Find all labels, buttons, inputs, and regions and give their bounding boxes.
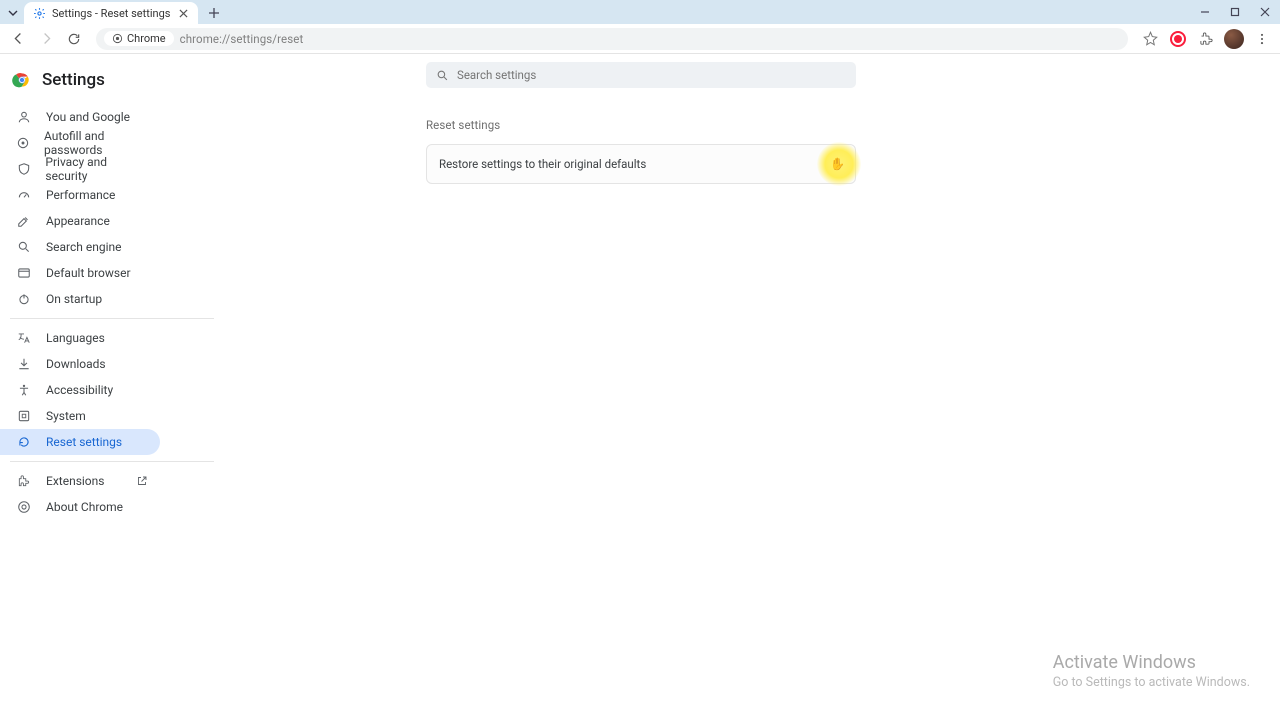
reset-settings-section: Reset settings Restore settings to their… xyxy=(426,118,856,184)
nav-group-primary: You and Google Autofill and passwords Pr… xyxy=(0,104,230,312)
sidebar-item-label: Default browser xyxy=(46,266,131,280)
bookmark-star-icon[interactable] xyxy=(1138,27,1162,51)
palette-icon xyxy=(16,213,32,229)
browser-toolbar: Chrome chrome://settings/reset xyxy=(0,24,1280,54)
browser-window-icon xyxy=(16,265,32,281)
sidebar-item-accessibility[interactable]: Accessibility xyxy=(0,377,160,403)
sidebar-item-languages[interactable]: Languages xyxy=(0,325,160,351)
chrome-logo-icon xyxy=(12,70,32,90)
sidebar-item-performance[interactable]: Performance xyxy=(0,182,160,208)
sidebar-item-appearance[interactable]: Appearance xyxy=(0,208,160,234)
sidebar-item-label: Autofill and passwords xyxy=(44,129,148,157)
chevron-right-icon xyxy=(825,155,843,173)
omnibox-chip-label: Chrome xyxy=(127,32,166,45)
nav-separator xyxy=(10,461,214,462)
sidebar-item-label: Appearance xyxy=(46,214,110,228)
nav-forward-button[interactable] xyxy=(34,27,58,51)
puzzle-icon xyxy=(16,473,32,489)
sidebar-item-label: System xyxy=(46,409,86,423)
translate-icon xyxy=(16,330,32,346)
window-minimize-button[interactable] xyxy=(1190,0,1220,24)
download-icon xyxy=(16,356,32,372)
section-title: Reset settings xyxy=(426,118,856,132)
sidebar-item-label: Search engine xyxy=(46,240,121,254)
window-controls xyxy=(1190,0,1280,24)
new-tab-button[interactable] xyxy=(204,3,224,23)
restore-defaults-label: Restore settings to their original defau… xyxy=(439,157,646,171)
nav-back-button[interactable] xyxy=(6,27,30,51)
sidebar-item-on-startup[interactable]: On startup xyxy=(0,286,160,312)
speedometer-icon xyxy=(16,187,32,203)
sidebar-item-label: Languages xyxy=(46,331,105,345)
sidebar-item-default-browser[interactable]: Default browser xyxy=(0,260,160,286)
sidebar-item-you-and-google[interactable]: You and Google xyxy=(0,104,160,130)
power-icon xyxy=(16,291,32,307)
sidebar-item-label: You and Google xyxy=(46,110,130,124)
search-icon xyxy=(436,69,449,82)
opera-extension-icon[interactable] xyxy=(1166,27,1190,51)
window-maximize-button[interactable] xyxy=(1220,0,1250,24)
sidebar-item-privacy[interactable]: Privacy and security xyxy=(0,156,160,182)
sidebar-item-system[interactable]: System xyxy=(0,403,160,429)
chrome-outline-icon xyxy=(16,499,32,515)
shield-icon xyxy=(16,161,31,177)
external-link-icon xyxy=(136,475,148,487)
search-icon xyxy=(16,239,32,255)
settings-search-input[interactable] xyxy=(457,68,846,82)
tab-close-button[interactable] xyxy=(176,6,190,20)
sidebar-item-autofill[interactable]: Autofill and passwords xyxy=(0,130,160,156)
nav-separator xyxy=(10,318,214,319)
browser-menu-button[interactable] xyxy=(1250,27,1274,51)
sidebar-item-search-engine[interactable]: Search engine xyxy=(0,234,160,260)
extensions-puzzle-icon[interactable] xyxy=(1194,27,1218,51)
accessibility-icon xyxy=(16,382,32,398)
tab-search-dropdown[interactable] xyxy=(4,4,22,22)
settings-favicon-icon xyxy=(32,6,46,20)
sidebar-item-reset-settings[interactable]: Reset settings xyxy=(0,429,160,455)
settings-sidebar: Settings You and Google Autofill and pas… xyxy=(0,54,230,720)
sidebar-item-label: On startup xyxy=(46,292,102,306)
settings-content: Reset settings Restore settings to their… xyxy=(230,54,1280,720)
sidebar-item-label: Performance xyxy=(46,188,115,202)
chrome-chip-icon xyxy=(112,33,123,44)
sidebar-item-extensions[interactable]: Extensions xyxy=(0,468,160,494)
tab-strip: Settings - Reset settings xyxy=(0,0,1280,24)
sidebar-item-label: About Chrome xyxy=(46,500,123,514)
omnibox-origin-chip: Chrome xyxy=(104,31,174,46)
sidebar-item-label: Privacy and security xyxy=(45,155,148,183)
profile-avatar[interactable] xyxy=(1224,29,1244,49)
sidebar-item-about-chrome[interactable]: About Chrome xyxy=(0,494,160,520)
browser-tab-active[interactable]: Settings - Reset settings xyxy=(24,2,198,24)
settings-header: Settings xyxy=(0,66,230,104)
nav-group-secondary: Languages Downloads Accessibility System… xyxy=(0,325,230,455)
omnibox[interactable]: Chrome chrome://settings/reset xyxy=(96,28,1128,50)
settings-search[interactable] xyxy=(426,62,856,88)
omnibox-url: chrome://settings/reset xyxy=(180,32,304,46)
tab-title: Settings - Reset settings xyxy=(52,7,170,20)
autofill-icon xyxy=(16,135,30,151)
window-close-button[interactable] xyxy=(1250,0,1280,24)
system-icon xyxy=(16,408,32,424)
settings-app: Settings You and Google Autofill and pas… xyxy=(0,54,1280,720)
sidebar-item-label: Downloads xyxy=(46,357,106,371)
sidebar-item-label: Accessibility xyxy=(46,383,113,397)
nav-reload-button[interactable] xyxy=(62,27,86,51)
nav-group-footer: Extensions About Chrome xyxy=(0,468,230,520)
sidebar-item-downloads[interactable]: Downloads xyxy=(0,351,160,377)
sidebar-item-label: Reset settings xyxy=(46,435,122,449)
person-icon xyxy=(16,109,32,125)
restore-defaults-row[interactable]: Restore settings to their original defau… xyxy=(426,144,856,184)
settings-title: Settings xyxy=(42,70,105,90)
reset-icon xyxy=(16,434,32,450)
sidebar-item-label: Extensions xyxy=(46,474,104,488)
